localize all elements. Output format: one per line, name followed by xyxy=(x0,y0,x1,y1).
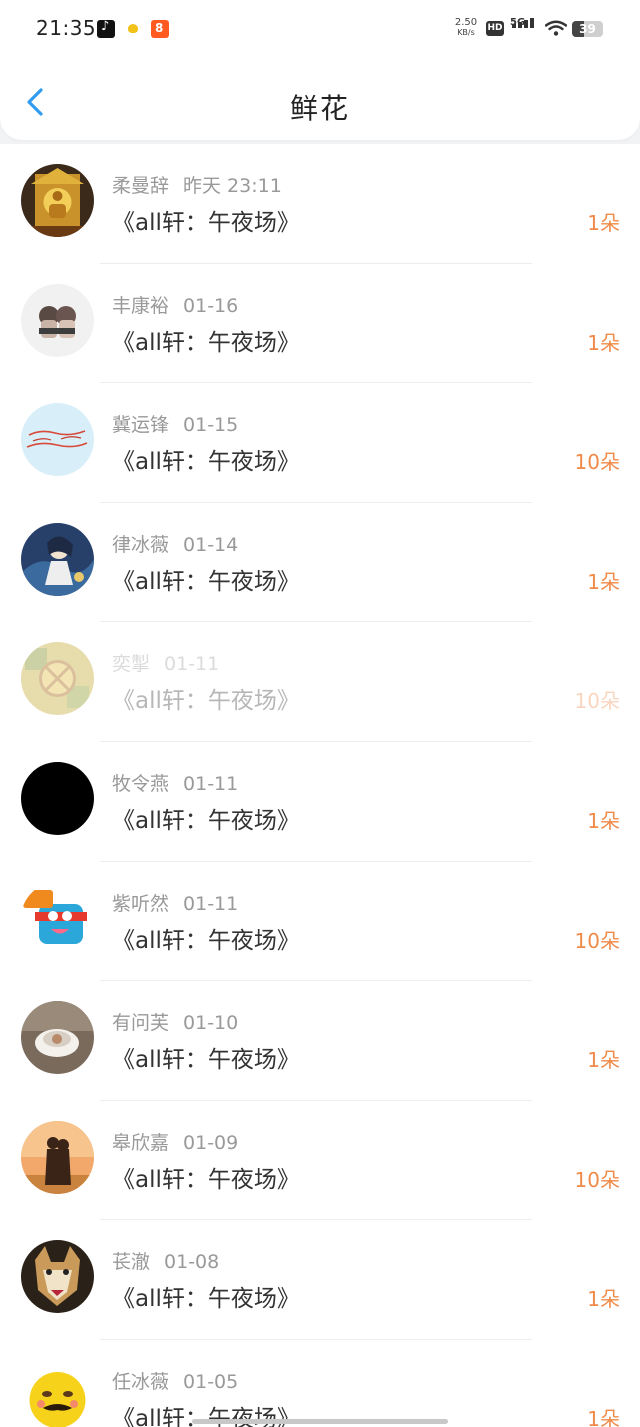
user-name: 紫听然 xyxy=(112,892,170,915)
book-title: 《all轩：午夜场》 xyxy=(112,1047,300,1074)
nav-bar: 鲜花 xyxy=(0,60,640,140)
gift-meta: 紫听然 01-11 xyxy=(112,889,238,916)
book-title: 《all轩：午夜场》 xyxy=(112,1166,300,1193)
user-avatar xyxy=(21,881,94,955)
flower-count: 1朵 xyxy=(587,1406,620,1427)
gift-meta: 柔曼辞 昨天 23:11 xyxy=(112,171,282,198)
flower-count: 1朵 xyxy=(587,211,620,235)
gift-row[interactable]: 丰康裕 01-16 《all轩：午夜场》 1朵 xyxy=(0,263,640,384)
user-name: 任冰薇 xyxy=(112,1370,170,1393)
user-avatar xyxy=(21,642,94,716)
user-avatar xyxy=(21,761,94,835)
gift-meta: 律冰薇 01-14 xyxy=(112,530,238,557)
gift-row[interactable]: 紫听然 01-11 《all轩：午夜场》 10朵 xyxy=(0,861,640,982)
gift-date: 01-09 xyxy=(183,1131,239,1154)
book-title: 《all轩：午夜场》 xyxy=(112,1286,300,1313)
gift-date: 01-14 xyxy=(183,533,239,556)
gift-list: 柔曼辞 昨天 23:11 《all轩：午夜场》 1朵 丰康裕 01-16 《all轩… xyxy=(0,144,640,1427)
hd-icon: HD xyxy=(486,21,504,36)
flower-count: 1朵 xyxy=(587,569,620,594)
user-avatar xyxy=(21,1359,94,1427)
status-bar: 21:35 2.50 KB/s HD 5G 39 xyxy=(0,0,640,60)
user-avatar xyxy=(21,522,94,596)
flower-count: 10朵 xyxy=(574,689,620,714)
gift-date: 01-11 xyxy=(183,892,239,915)
flower-count: 1朵 xyxy=(587,1048,620,1073)
wifi-icon xyxy=(545,20,567,36)
gift-row[interactable]: 苌澈 01-08 《all轩：午夜场》 1朵 xyxy=(0,1220,640,1340)
user-name: 皋欣嘉 xyxy=(112,1131,170,1154)
gift-date: 01-16 xyxy=(183,294,239,317)
gift-row[interactable]: 皋欣嘉 01-09 《all轩：午夜场》 10朵 xyxy=(0,1100,640,1221)
gift-meta: 任冰薇 01-05 xyxy=(112,1367,238,1394)
gift-meta: 苌澈 01-08 xyxy=(112,1247,219,1274)
gift-meta: 皋欣嘉 01-09 xyxy=(112,1128,238,1155)
user-avatar xyxy=(21,283,94,357)
user-avatar xyxy=(21,1120,94,1194)
page-title: 鲜花 xyxy=(289,92,350,125)
user-name: 奕掣 xyxy=(112,653,151,676)
gift-row[interactable]: 律冰薇 01-14 《all轩：午夜场》 1朵 xyxy=(0,502,640,623)
network-speed: 2.50 KB/s xyxy=(452,18,480,38)
battery-level: 39 xyxy=(579,22,596,36)
user-name: 有问芙 xyxy=(112,1012,170,1035)
user-name: 柔曼辞 xyxy=(112,175,170,197)
gift-row[interactable]: 奕掣 01-11 《all轩：午夜场》 10朵 xyxy=(0,622,640,742)
user-avatar xyxy=(21,403,94,477)
gift-date: 01-11 xyxy=(183,772,239,795)
gift-row[interactable]: 任冰薇 01-05 《all轩：午夜场》 1朵 xyxy=(0,1339,640,1427)
book-title: 《all轩：午夜场》 xyxy=(112,927,300,954)
gift-date: 01-11 xyxy=(164,653,220,676)
bird-notification-icon xyxy=(124,20,142,38)
gift-row[interactable]: 牧令燕 01-11 《all轩：午夜场》 1朵 xyxy=(0,741,640,862)
gift-row[interactable]: 冀运锋 01-15 《all轩：午夜场》 10朵 xyxy=(0,383,640,503)
flower-count: 10朵 xyxy=(574,928,620,953)
user-avatar xyxy=(21,164,94,237)
flower-count: 1朵 xyxy=(587,808,620,833)
gift-row[interactable]: 柔曼辞 昨天 23:11 《all轩：午夜场》 1朵 xyxy=(0,144,640,264)
gift-meta: 冀运锋 01-15 xyxy=(112,410,238,437)
status-time: 21:35 xyxy=(36,16,97,40)
tiktok-notification-icon xyxy=(97,19,115,38)
user-name: 律冰薇 xyxy=(112,533,170,556)
gift-date: 01-10 xyxy=(183,1012,239,1035)
gift-meta: 丰康裕 01-16 xyxy=(112,291,238,318)
book-title: 《all轩：午夜场》 xyxy=(112,329,300,356)
user-name: 苌澈 xyxy=(112,1251,151,1274)
gift-meta: 牧令燕 01-11 xyxy=(112,769,238,796)
gift-row[interactable]: 有问芙 01-10 《all轩：午夜场》 1朵 xyxy=(0,981,640,1101)
battery-icon: 39 xyxy=(572,21,603,37)
book-title: 《all轩：午夜场》 xyxy=(112,449,300,476)
user-name: 牧令燕 xyxy=(112,772,170,795)
book-title: 《all轩：午夜场》 xyxy=(112,210,300,236)
book-title: 《all轩：午夜场》 xyxy=(112,568,300,595)
flower-count: 10朵 xyxy=(574,450,620,475)
book-title: 《all轩：午夜场》 xyxy=(112,688,300,715)
network-speed-value: 2.50 xyxy=(454,17,478,28)
gift-date: 01-15 xyxy=(183,414,239,437)
network-speed-unit: KB/s xyxy=(457,28,475,37)
gift-meta: 奕掣 01-11 xyxy=(112,649,219,676)
user-name: 丰康裕 xyxy=(112,294,170,317)
home-indicator[interactable] xyxy=(192,1419,448,1424)
user-name: 冀运锋 xyxy=(112,414,170,437)
book-title: 《all轩：午夜场》 xyxy=(112,807,300,834)
user-avatar xyxy=(21,1001,94,1075)
gift-date: 01-08 xyxy=(164,1251,220,1274)
gift-date: 昨天 23:11 xyxy=(183,175,282,197)
gift-date: 01-05 xyxy=(183,1370,239,1393)
flower-count: 1朵 xyxy=(587,330,620,355)
user-avatar xyxy=(21,1240,94,1314)
flower-count: 1朵 xyxy=(587,1287,620,1312)
flower-count: 10朵 xyxy=(574,1167,620,1192)
gift-meta: 有问芙 01-10 xyxy=(112,1008,238,1035)
app-notification-icon xyxy=(151,20,169,38)
